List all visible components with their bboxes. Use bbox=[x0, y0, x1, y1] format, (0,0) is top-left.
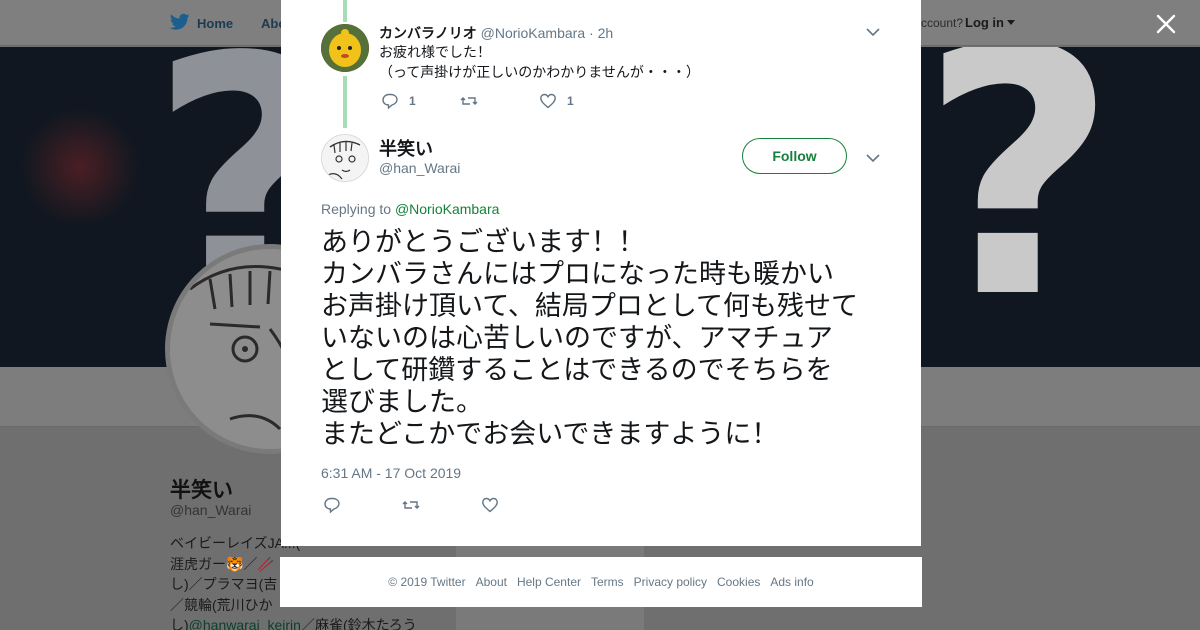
profile-handle: @han_Warai bbox=[170, 502, 252, 518]
footer-copyright: © 2019 Twitter bbox=[388, 575, 466, 589]
time-separator: · bbox=[585, 25, 598, 41]
reply-icon bbox=[324, 497, 340, 514]
close-icon[interactable] bbox=[1154, 12, 1178, 36]
login-button[interactable]: Log in bbox=[965, 15, 1015, 30]
thread-line-top bbox=[343, 0, 347, 22]
tweet-modal: カンバラノリオ @NorioKambara · 2h お疲れ様でした！ （って声… bbox=[281, 0, 921, 546]
caret-down-icon bbox=[1007, 20, 1015, 25]
replying-to: Replying to @NorioKambara bbox=[321, 201, 499, 217]
bio-keirin-link[interactable]: @hanwarai_keirin bbox=[189, 617, 301, 630]
bio-line: し) bbox=[170, 617, 189, 630]
main-action-bar bbox=[323, 496, 560, 514]
modal-footer: © 2019 Twitter About Help Center Terms P… bbox=[280, 557, 922, 607]
like-button[interactable] bbox=[481, 496, 560, 514]
main-author-handle[interactable]: @han_Warai bbox=[379, 160, 460, 176]
reply-time[interactable]: 2h bbox=[598, 25, 614, 41]
thread-line-bottom bbox=[343, 76, 347, 128]
tweet-timestamp[interactable]: 6:31 AM - 17 Oct 2019 bbox=[321, 465, 461, 481]
bio-line: 涯虎ガー🐯／🥢 bbox=[170, 555, 275, 572]
reply-avatar[interactable] bbox=[321, 24, 369, 72]
have-account-text: ccount? bbox=[921, 16, 964, 30]
retweet-icon bbox=[402, 501, 420, 509]
reply-author-name[interactable]: カンバラノリオ bbox=[379, 25, 477, 41]
profile-name: 半笑い bbox=[170, 479, 233, 502]
replying-prefix: Replying to bbox=[321, 201, 395, 217]
reply-header: カンバラノリオ @NorioKambara · 2h bbox=[379, 23, 613, 43]
footer-link-about[interactable]: About bbox=[476, 575, 507, 589]
tweet-text: ありがとうございます！！ カンバラさんにはプロになった時も暖かい お声掛け頂いて… bbox=[321, 227, 859, 450]
like-button[interactable]: 1 bbox=[539, 92, 618, 110]
banner-glow bbox=[20, 107, 140, 227]
banner-question-mark-right: ? bbox=[920, 47, 1118, 367]
retweet-icon bbox=[460, 97, 478, 105]
footer-link-ads-info[interactable]: Ads info bbox=[770, 575, 813, 589]
reply-author-handle[interactable]: @NorioKambara bbox=[481, 25, 585, 41]
main-avatar[interactable] bbox=[321, 134, 369, 182]
replying-to-link[interactable]: @NorioKambara bbox=[395, 201, 499, 217]
footer-link-terms[interactable]: Terms bbox=[591, 575, 624, 589]
follow-button[interactable]: Follow bbox=[742, 138, 847, 174]
bio-line: ／麻雀(鈴木たろう bbox=[300, 617, 417, 630]
chevron-down-icon[interactable] bbox=[865, 24, 881, 40]
footer-link-cookies[interactable]: Cookies bbox=[717, 575, 760, 589]
bio-line: ／競輪(荒川ひか bbox=[170, 596, 273, 613]
reply-text: お疲れ様でした！ （って声掛けが正しいのかわかりませんが・・・） bbox=[379, 44, 700, 80]
retweet-button[interactable] bbox=[460, 92, 539, 110]
reply-icon bbox=[382, 93, 398, 110]
reply-button[interactable] bbox=[323, 496, 402, 514]
login-label: Log in bbox=[965, 15, 1004, 30]
main-avatar-image bbox=[322, 135, 368, 181]
like-count: 1 bbox=[567, 94, 574, 108]
reply-count: 1 bbox=[409, 94, 416, 108]
main-author-name[interactable]: 半笑い bbox=[379, 135, 433, 161]
reply-avatar-image bbox=[321, 24, 369, 72]
twitter-bird-icon[interactable] bbox=[170, 13, 190, 31]
heart-icon bbox=[482, 497, 498, 513]
chevron-down-icon[interactable] bbox=[865, 150, 881, 166]
nav-home-link[interactable]: Home bbox=[197, 16, 233, 31]
reply-button[interactable]: 1 bbox=[381, 92, 460, 110]
footer-link-help-center[interactable]: Help Center bbox=[517, 575, 581, 589]
retweet-button[interactable] bbox=[402, 496, 481, 514]
reply-action-bar: 1 1 bbox=[381, 92, 618, 110]
footer-link-privacy[interactable]: Privacy policy bbox=[634, 575, 707, 589]
bio-line: し)／プラマヨ(吉 bbox=[170, 576, 278, 592]
heart-icon bbox=[540, 93, 556, 109]
